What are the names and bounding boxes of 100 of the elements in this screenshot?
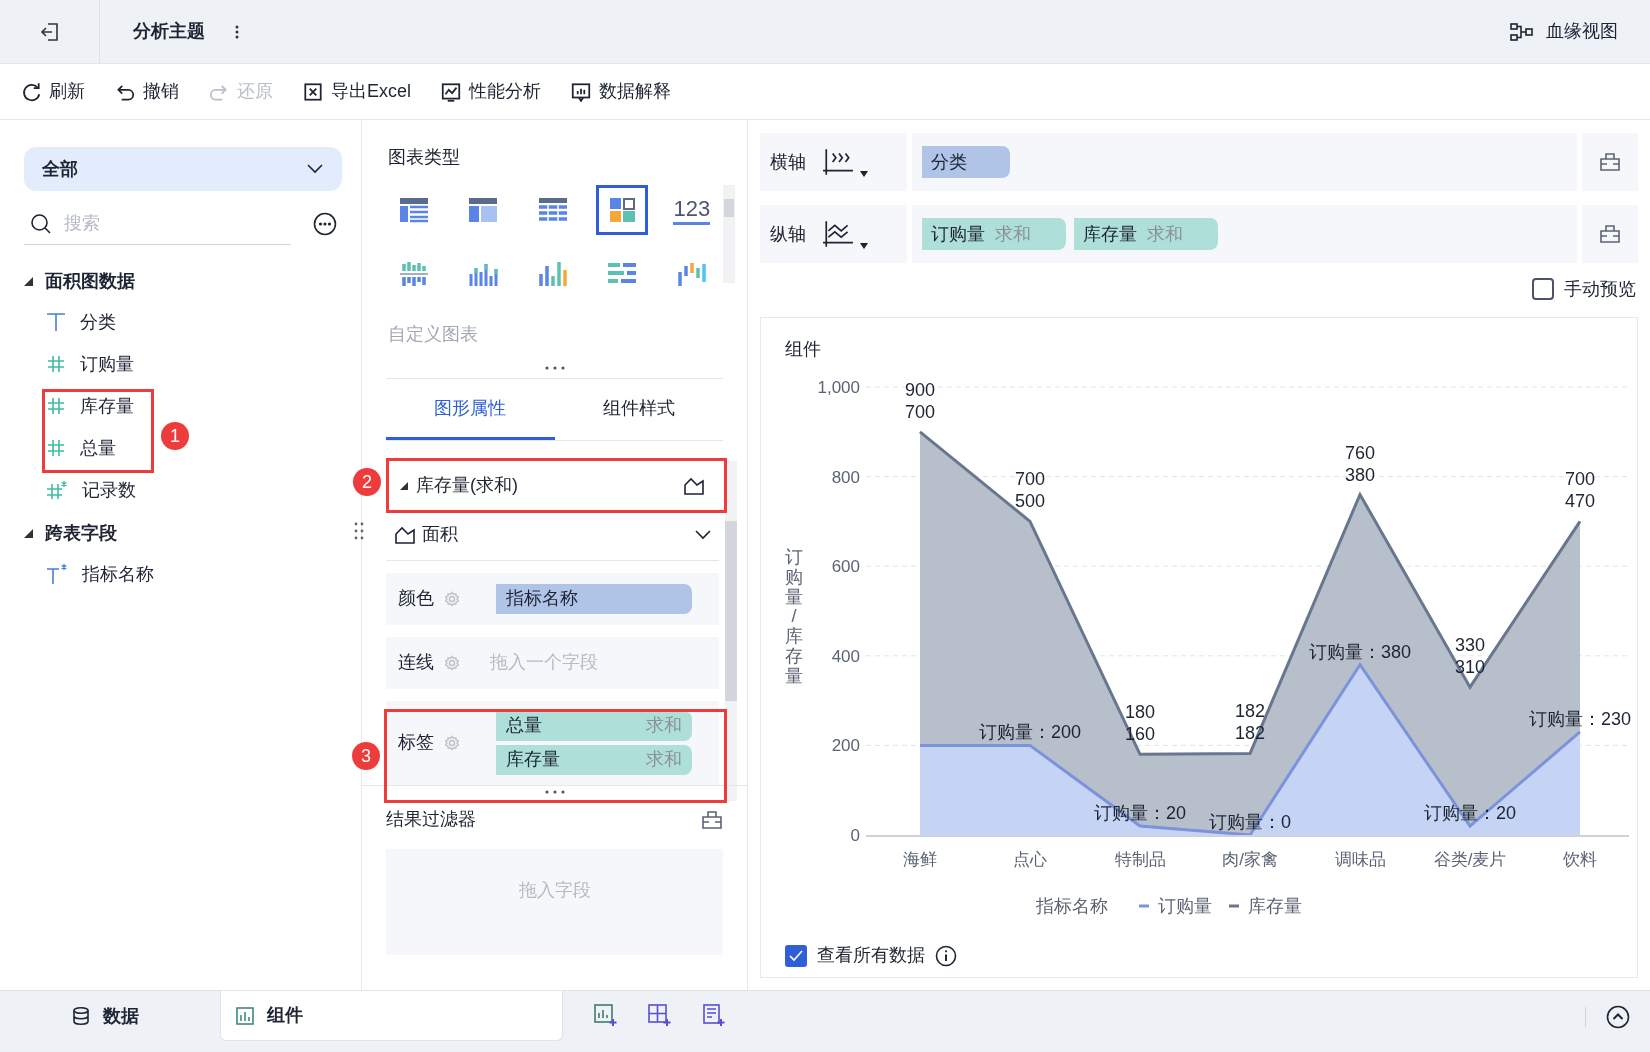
axis-type-dropdown[interactable] xyxy=(822,147,868,177)
field-pill[interactable]: 指标名称 xyxy=(496,583,692,614)
field-item[interactable]: 指标名称 xyxy=(24,553,158,595)
y-tick-label: 600 xyxy=(831,557,860,577)
resize-handle[interactable] xyxy=(544,366,565,370)
property-tab[interactable]: 图形属性 xyxy=(386,379,555,440)
chevron-down-icon xyxy=(306,163,324,175)
panel-resize-handle[interactable] xyxy=(354,522,364,540)
field-pill[interactable]: 订购量 求和 xyxy=(922,218,1066,250)
axis-label: 纵轴 xyxy=(770,222,806,246)
field-item[interactable]: 记录数 xyxy=(24,469,140,511)
text-field-icon xyxy=(46,312,66,332)
data-label: 订购量：20 xyxy=(1094,803,1186,824)
checkmark-icon xyxy=(788,948,804,963)
toolbar-button[interactable]: 数据解释 xyxy=(570,78,671,105)
caret-icon xyxy=(860,243,868,249)
data-label: 订购量：200 xyxy=(979,722,1081,743)
axis-drop-zone[interactable]: 分类 xyxy=(912,133,1577,191)
data-label: 700 xyxy=(1565,469,1595,490)
area-chart-icon xyxy=(394,525,416,545)
shape-dropdown[interactable]: 面积 xyxy=(386,510,719,561)
collapse-up-icon[interactable] xyxy=(1606,1005,1630,1029)
area-chart-icon xyxy=(683,475,705,496)
checkbox[interactable] xyxy=(1532,278,1554,300)
field-label: 分类 xyxy=(80,310,116,334)
field-item[interactable]: 库存量 xyxy=(24,385,138,427)
resize-handle[interactable] xyxy=(544,790,565,794)
axis-drop-zone[interactable]: 订购量 求和 库存量 求和 xyxy=(912,205,1577,263)
collapse-caret-icon[interactable] xyxy=(24,528,33,538)
crosstab-icon xyxy=(467,196,500,224)
field-item[interactable]: 订购量 xyxy=(24,343,138,385)
page-title: 分析主题 xyxy=(133,20,205,43)
data-label: 900 xyxy=(905,379,935,400)
more-options-icon[interactable] xyxy=(313,212,337,236)
field-pill[interactable]: 库存量 求和 xyxy=(1074,218,1218,250)
hash-icon xyxy=(46,397,66,415)
add-text-icon[interactable] xyxy=(701,1003,725,1027)
collapse-caret-icon[interactable] xyxy=(24,276,33,286)
chevron-down-icon xyxy=(695,530,711,540)
add-layout-icon[interactable] xyxy=(647,1003,671,1027)
checkbox[interactable] xyxy=(785,944,807,967)
property-label: 标签 xyxy=(398,731,435,755)
field-pill[interactable]: 总量 求和 xyxy=(496,710,692,741)
data-label: 380 xyxy=(1345,464,1375,485)
legend-item[interactable]: 订购量 xyxy=(1158,896,1212,916)
property-tab[interactable]: 组件样式 xyxy=(554,379,723,440)
field-pill[interactable]: 分类 xyxy=(922,146,1010,178)
legend-item[interactable]: 库存量 xyxy=(1248,896,1302,916)
widget-title: 组件 xyxy=(785,338,822,361)
field-group-label[interactable]: 跨表字段 xyxy=(45,519,117,547)
toolbar-button[interactable]: 刷新 xyxy=(20,78,85,105)
toolbar-button[interactable]: 性能分析 xyxy=(440,78,541,105)
chart-type-option[interactable]: 123 xyxy=(665,185,718,235)
lineage-view-button[interactable]: 血缘视图 xyxy=(1510,18,1618,45)
series-header[interactable]: 库存量(求和) xyxy=(386,461,719,511)
hash-icon xyxy=(46,439,66,457)
scrollbar[interactable] xyxy=(723,185,735,283)
field-label: 记录数 xyxy=(82,478,136,502)
axis-type-dropdown[interactable] xyxy=(822,219,868,249)
section-title: 图表类型 xyxy=(388,146,461,169)
field-group-label[interactable]: 面积图数据 xyxy=(45,267,135,295)
search-icon xyxy=(30,212,52,235)
bottom-tab[interactable]: 组件 xyxy=(220,991,563,1041)
info-icon[interactable] xyxy=(935,944,957,967)
property-drop-zone[interactable]: 颜色 指标名称 xyxy=(386,572,719,625)
x-tick-label: 饮料 xyxy=(1563,850,1597,869)
detail-table-icon xyxy=(536,196,569,224)
data-label: 订购量：230 xyxy=(1529,708,1631,729)
exit-icon[interactable] xyxy=(38,20,61,43)
toolbar-button[interactable]: 撤销 xyxy=(114,78,179,105)
field-pill[interactable]: 库存量 求和 xyxy=(496,744,692,775)
field-label: 指标名称 xyxy=(82,562,154,586)
y-tick-label: 0 xyxy=(850,826,860,845)
y-tick-label: 800 xyxy=(831,467,860,487)
y-axis-icon xyxy=(822,219,854,249)
data-label: 182 xyxy=(1235,701,1265,722)
series-title: 库存量(求和) xyxy=(416,474,519,498)
search-field[interactable]: 搜索 xyxy=(64,210,264,237)
toolbar-button[interactable]: 导出Excel xyxy=(302,78,411,105)
add-chart-icon[interactable] xyxy=(593,1003,617,1027)
scope-dropdown[interactable]: 全部 xyxy=(24,147,342,191)
performance-icon xyxy=(440,80,462,103)
grouped-bar-icon xyxy=(398,260,430,288)
field-label: 订购量 xyxy=(80,352,134,376)
property-drop-zone[interactable]: 标签 总量 求和 库存量 求和 xyxy=(386,700,719,785)
chart-type-option[interactable] xyxy=(596,185,649,235)
axis-label: 横轴 xyxy=(770,150,806,174)
y-tick-label: 200 xyxy=(831,736,860,756)
field-item[interactable]: 分类 xyxy=(24,301,120,343)
data-label: 700 xyxy=(1015,469,1045,490)
bottom-tab[interactable]: 数据 xyxy=(0,991,210,1041)
explain-icon xyxy=(570,80,592,103)
more-icon[interactable] xyxy=(235,24,239,39)
calculated-hash-icon xyxy=(46,480,68,500)
scrollbar[interactable] xyxy=(725,461,737,801)
field-item[interactable]: 总量 xyxy=(24,427,120,469)
export-icon xyxy=(302,80,324,103)
data-label: 500 xyxy=(1015,491,1045,512)
collapse-caret-icon[interactable] xyxy=(400,481,408,490)
calculated-text-field-icon xyxy=(46,563,68,585)
